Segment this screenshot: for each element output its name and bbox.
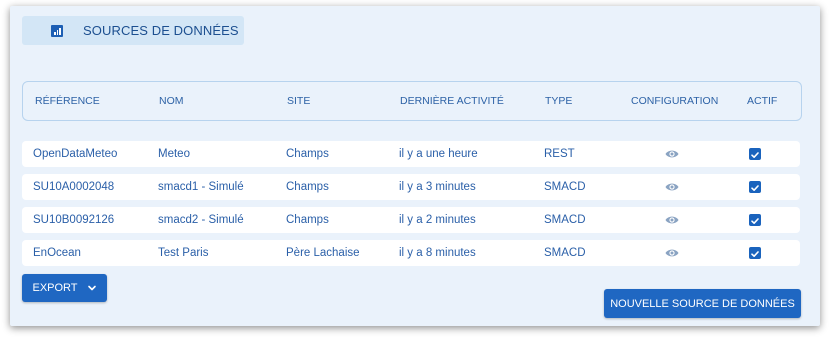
column-header-type: TYPE [545, 95, 573, 107]
export-button[interactable]: EXPORT [22, 274, 107, 302]
checkmark-icon [751, 185, 759, 191]
export-button-label: EXPORT [32, 282, 78, 294]
cell-derniere-activite: il y a une heure [399, 148, 478, 160]
actif-checkbox[interactable] [749, 181, 761, 193]
table-row[interactable]: OpenDataMeteo Meteo Champs il y a une he… [22, 141, 800, 167]
cell-nom: Test Paris [158, 247, 209, 259]
cell-derniere-activite: il y a 2 minutes [399, 214, 476, 226]
checkmark-icon [751, 152, 759, 158]
cell-type: REST [544, 148, 575, 160]
cell-reference: SU10A0002048 [33, 181, 115, 193]
checkmark-icon [751, 218, 759, 224]
column-header-derniere-activite: DERNIÈRE ACTIVITÉ [400, 95, 504, 107]
new-data-source-button[interactable]: NOUVELLE SOURCE DE DONNÉES [604, 289, 801, 318]
chevron-down-icon [87, 285, 96, 291]
cell-site: Champs [286, 148, 329, 160]
bar-chart-icon [51, 24, 63, 37]
data-sources-panel: SOURCES DE DONNÉES RÉFÉRENCE NOM SITE DE… [10, 6, 820, 326]
table-header: RÉFÉRENCE NOM SITE DERNIÈRE ACTIVITÉ TYP… [22, 81, 802, 121]
new-data-source-button-label: NOUVELLE SOURCE DE DONNÉES [610, 297, 795, 310]
eye-icon[interactable] [665, 214, 679, 226]
table-row[interactable]: EnOcean Test Paris Père Lachaise il y a … [22, 240, 800, 266]
cell-derniere-activite: il y a 3 minutes [399, 181, 476, 193]
cell-derniere-activite: il y a 8 minutes [399, 247, 476, 259]
cell-type: SMACD [544, 247, 586, 259]
cell-nom: Meteo [158, 148, 190, 160]
column-header-nom: NOM [159, 95, 184, 107]
cell-site: Champs [286, 214, 329, 226]
column-header-actif: ACTIF [747, 95, 778, 107]
column-header-site: SITE [287, 95, 311, 107]
page-title-chip: SOURCES DE DONNÉES [22, 16, 244, 45]
cell-site: Père Lachaise [286, 247, 360, 259]
cell-type: SMACD [544, 181, 586, 193]
checkmark-icon [751, 251, 759, 257]
actif-checkbox[interactable] [749, 214, 761, 226]
column-header-configuration: CONFIGURATION [631, 95, 719, 107]
cell-reference: EnOcean [33, 247, 81, 259]
cell-site: Champs [286, 181, 329, 193]
cell-nom: smacd2 - Simulé [158, 214, 244, 226]
actif-checkbox[interactable] [749, 247, 761, 259]
page-title: SOURCES DE DONNÉES [83, 23, 239, 38]
eye-icon[interactable] [665, 148, 679, 160]
cell-reference: SU10B0092126 [33, 214, 115, 226]
cell-reference: OpenDataMeteo [33, 148, 118, 160]
table-row[interactable]: SU10A0002048 smacd1 - Simulé Champs il y… [22, 174, 800, 200]
actif-checkbox[interactable] [749, 148, 761, 160]
eye-icon[interactable] [665, 181, 679, 193]
eye-icon[interactable] [665, 247, 679, 259]
column-header-reference: RÉFÉRENCE [35, 95, 100, 107]
cell-type: SMACD [544, 214, 586, 226]
cell-nom: smacd1 - Simulé [158, 181, 244, 193]
table-row[interactable]: SU10B0092126 smacd2 - Simulé Champs il y… [22, 207, 800, 233]
